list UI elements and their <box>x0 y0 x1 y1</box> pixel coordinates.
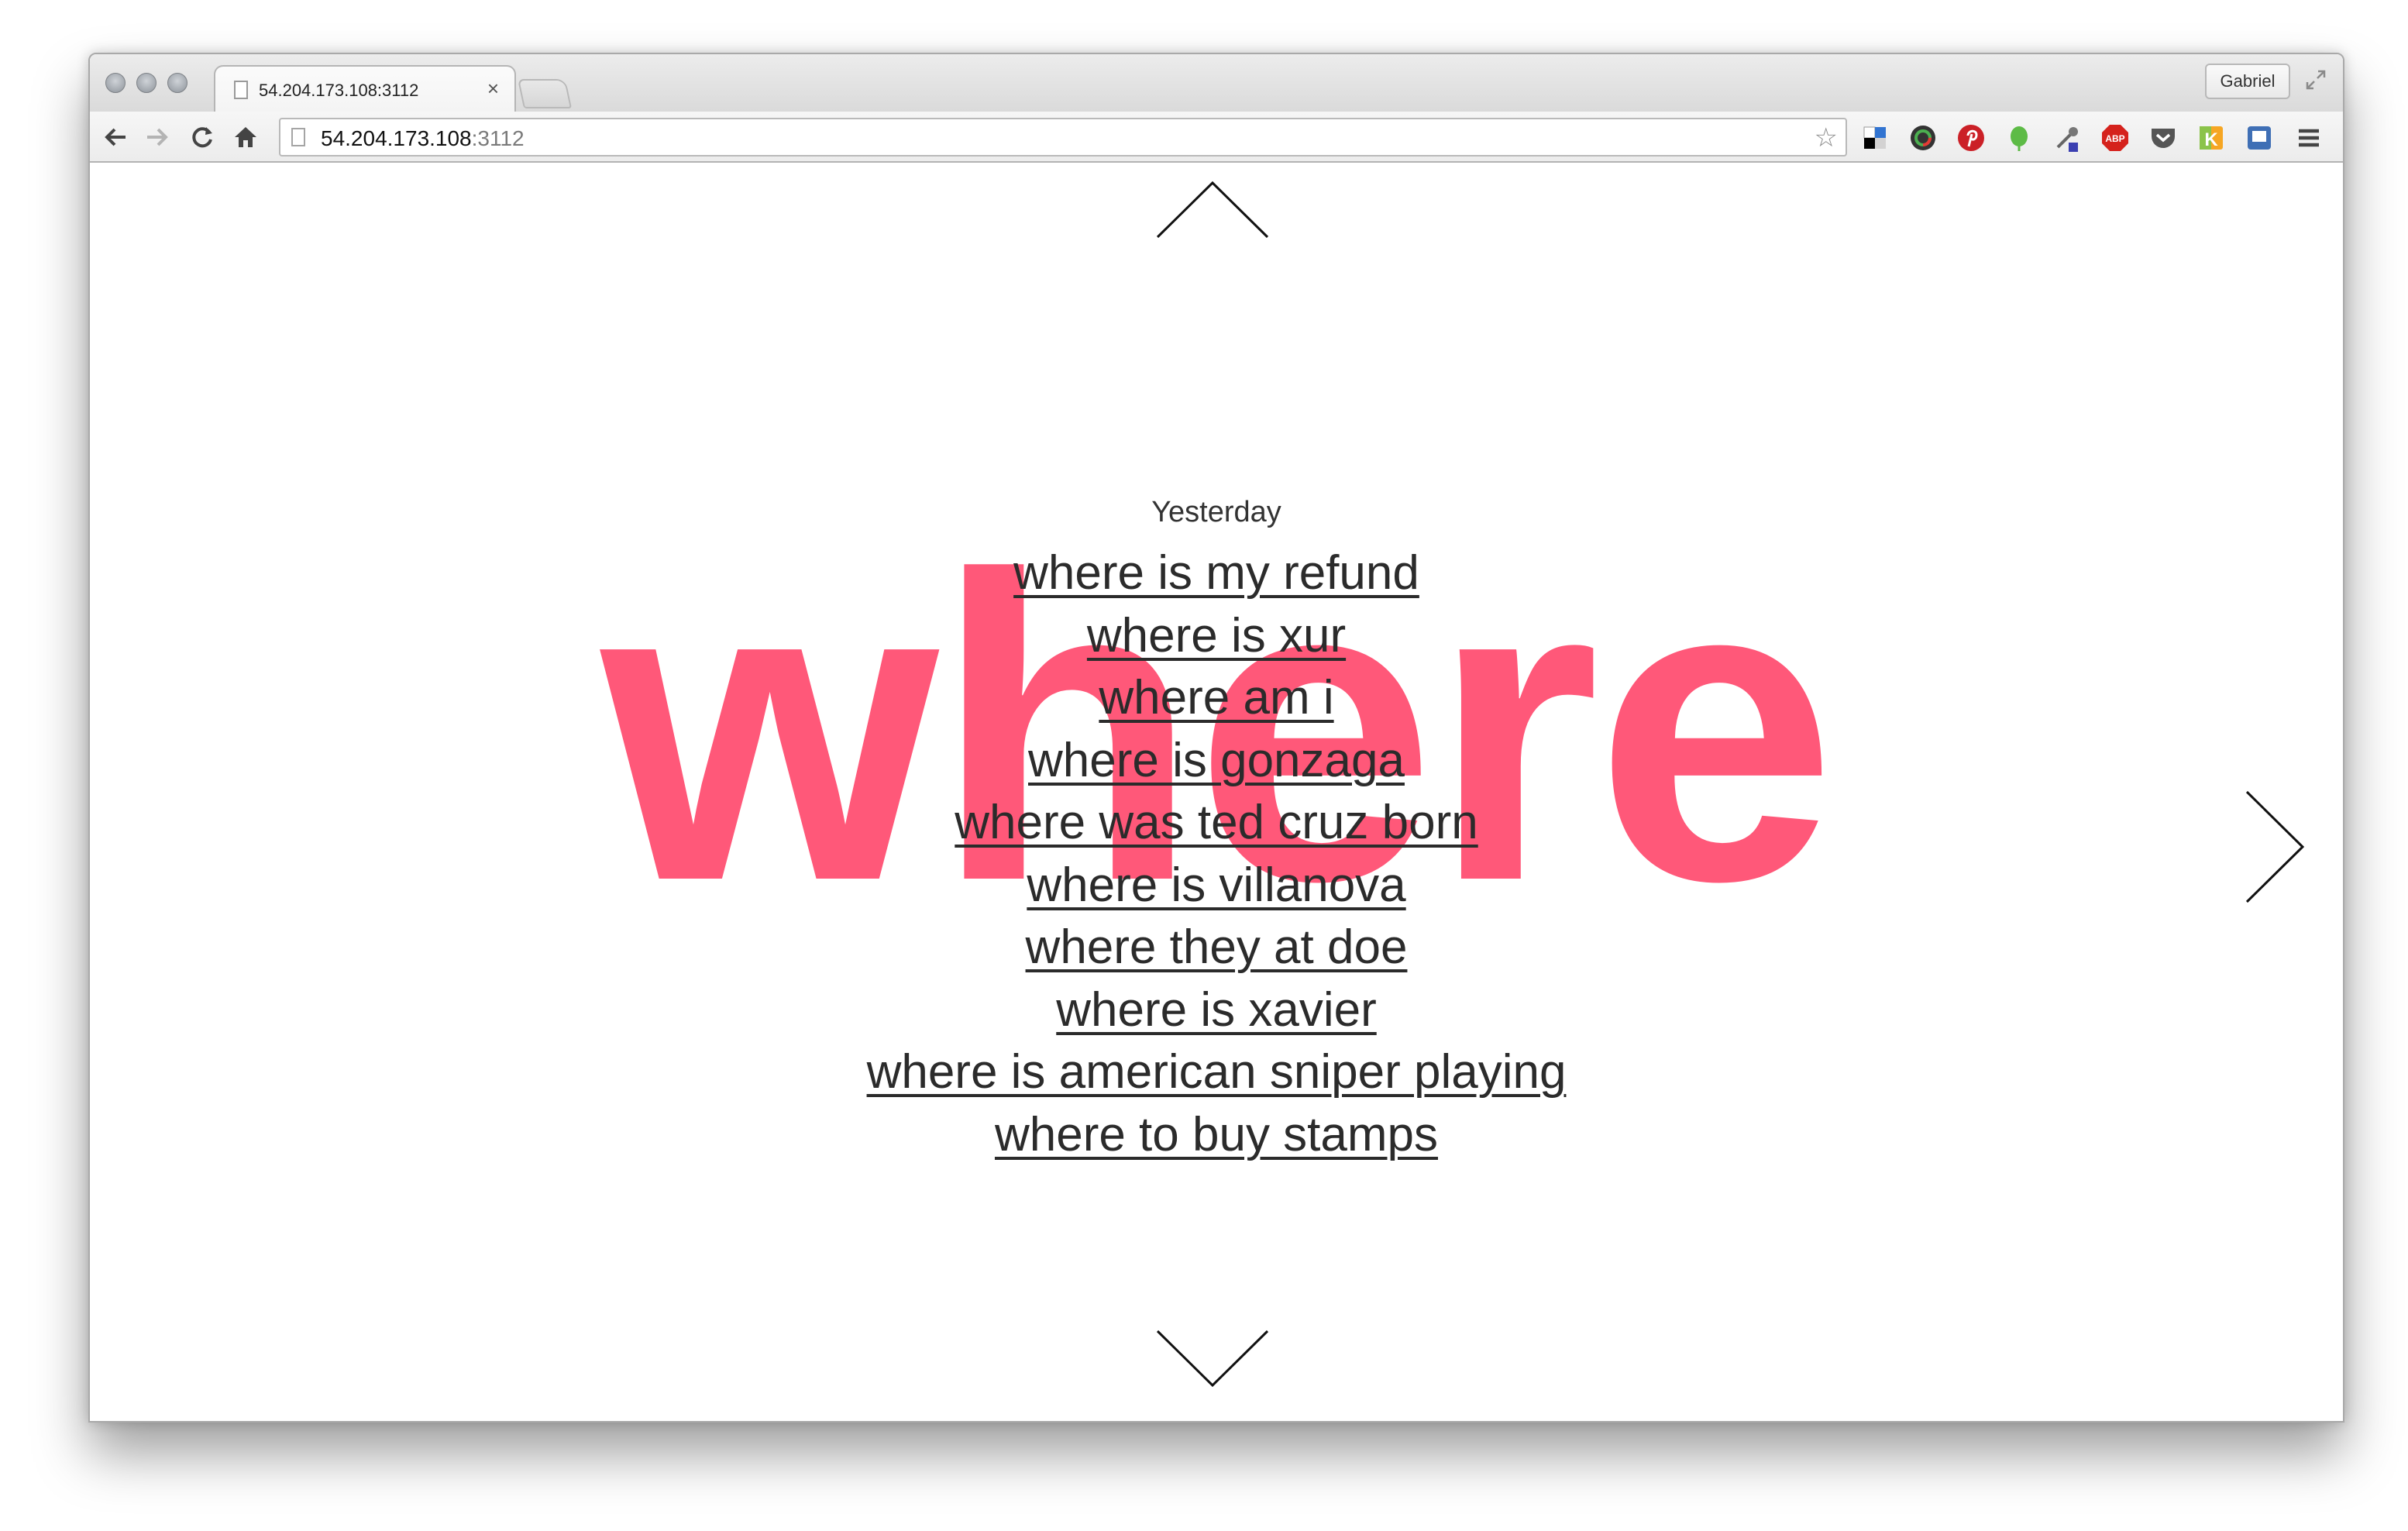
svg-text:ABP: ABP <box>2105 133 2124 144</box>
browser-tab[interactable]: 54.204.173.108:3112 × <box>214 65 516 112</box>
list-item: where is my refund <box>90 542 2343 605</box>
browser-toolbar: 54.204.173.108:3112 ☆ ABP K <box>90 112 2343 163</box>
list-item: where to buy stamps <box>90 1104 2343 1167</box>
suggestion-link[interactable]: where is xur <box>1087 609 1346 662</box>
tab-close-icon[interactable]: × <box>487 77 499 99</box>
page-icon <box>291 128 305 146</box>
address-bar[interactable]: 54.204.173.108:3112 ☆ <box>279 118 1847 157</box>
suggestion-link[interactable]: where is xavier <box>1056 983 1376 1037</box>
close-window-button[interactable] <box>105 73 126 93</box>
forward-icon[interactable] <box>144 124 170 150</box>
svg-text:K: K <box>2204 129 2218 150</box>
tab-title: 54.204.173.108:3112 <box>259 81 419 100</box>
list-item: where is xur <box>90 605 2343 668</box>
up-arrow-icon[interactable] <box>1156 180 1269 239</box>
list-item: where is xavier <box>90 979 2343 1042</box>
page-content: where Yesterday where is my refund where… <box>90 163 2343 1421</box>
suggestion-link[interactable]: where was ted cruz born <box>955 796 1477 849</box>
list-item: where am i <box>90 667 2343 730</box>
suggestion-link[interactable]: where am i <box>1099 671 1333 724</box>
suggestion-link[interactable]: where they at doe <box>1026 920 1408 974</box>
suggestion-link[interactable]: where is villanova <box>1027 858 1405 912</box>
pinterest-icon[interactable] <box>1956 122 1987 153</box>
bookmark-star-icon[interactable]: ☆ <box>1815 124 1838 152</box>
extension-icon[interactable] <box>2244 122 2275 153</box>
colorpicker-icon[interactable] <box>1907 122 1938 153</box>
right-arrow-icon[interactable] <box>2244 789 2306 905</box>
page-icon <box>234 81 248 99</box>
back-icon[interactable] <box>102 124 129 150</box>
klout-icon[interactable]: K <box>2196 122 2227 153</box>
tab-strip: 54.204.173.108:3112 × Gabriel <box>90 54 2343 112</box>
zoom-window-button[interactable] <box>167 73 187 93</box>
menu-icon[interactable] <box>2293 122 2324 153</box>
list-item: where is villanova <box>90 855 2343 917</box>
fullscreen-icon[interactable] <box>2304 68 2327 91</box>
suggestion-link[interactable]: where is my refund <box>1013 546 1419 600</box>
url-text[interactable]: 54.204.173.108:3112 <box>321 126 525 151</box>
browser-window: 54.204.173.108:3112 × Gabriel 54.204.173… <box>88 53 2344 1423</box>
suggestion-list: where is my refund where is xur where am… <box>90 542 2343 1166</box>
home-icon[interactable] <box>232 124 259 150</box>
url-host: 54.204.173.108 <box>321 126 472 150</box>
list-item: where is gonzaga <box>90 730 2343 793</box>
delicious-icon[interactable] <box>1859 122 1890 153</box>
suggestion-link[interactable]: where is american sniper playing <box>867 1045 1567 1099</box>
minimize-window-button[interactable] <box>136 73 157 93</box>
list-item: where was ted cruz born <box>90 792 2343 855</box>
profile-button[interactable]: Gabriel <box>2205 64 2290 99</box>
suggestion-link[interactable]: where to buy stamps <box>995 1108 1438 1161</box>
suggestion-link[interactable]: where is gonzaga <box>1028 734 1405 787</box>
url-port: :3112 <box>471 126 525 150</box>
evernote-icon[interactable] <box>2004 122 2035 153</box>
section-title: Yesterday <box>1151 496 1281 528</box>
list-item: where is american sniper playing <box>90 1041 2343 1104</box>
list-item: where they at doe <box>90 917 2343 979</box>
reload-icon[interactable] <box>189 124 215 150</box>
down-arrow-icon[interactable] <box>1156 1330 1269 1388</box>
window-controls <box>105 73 187 93</box>
pocket-icon[interactable] <box>2148 122 2179 153</box>
new-tab-button[interactable] <box>517 79 573 108</box>
adblock-plus-icon[interactable]: ABP <box>2100 122 2131 153</box>
eyedropper-icon[interactable] <box>2052 122 2083 153</box>
